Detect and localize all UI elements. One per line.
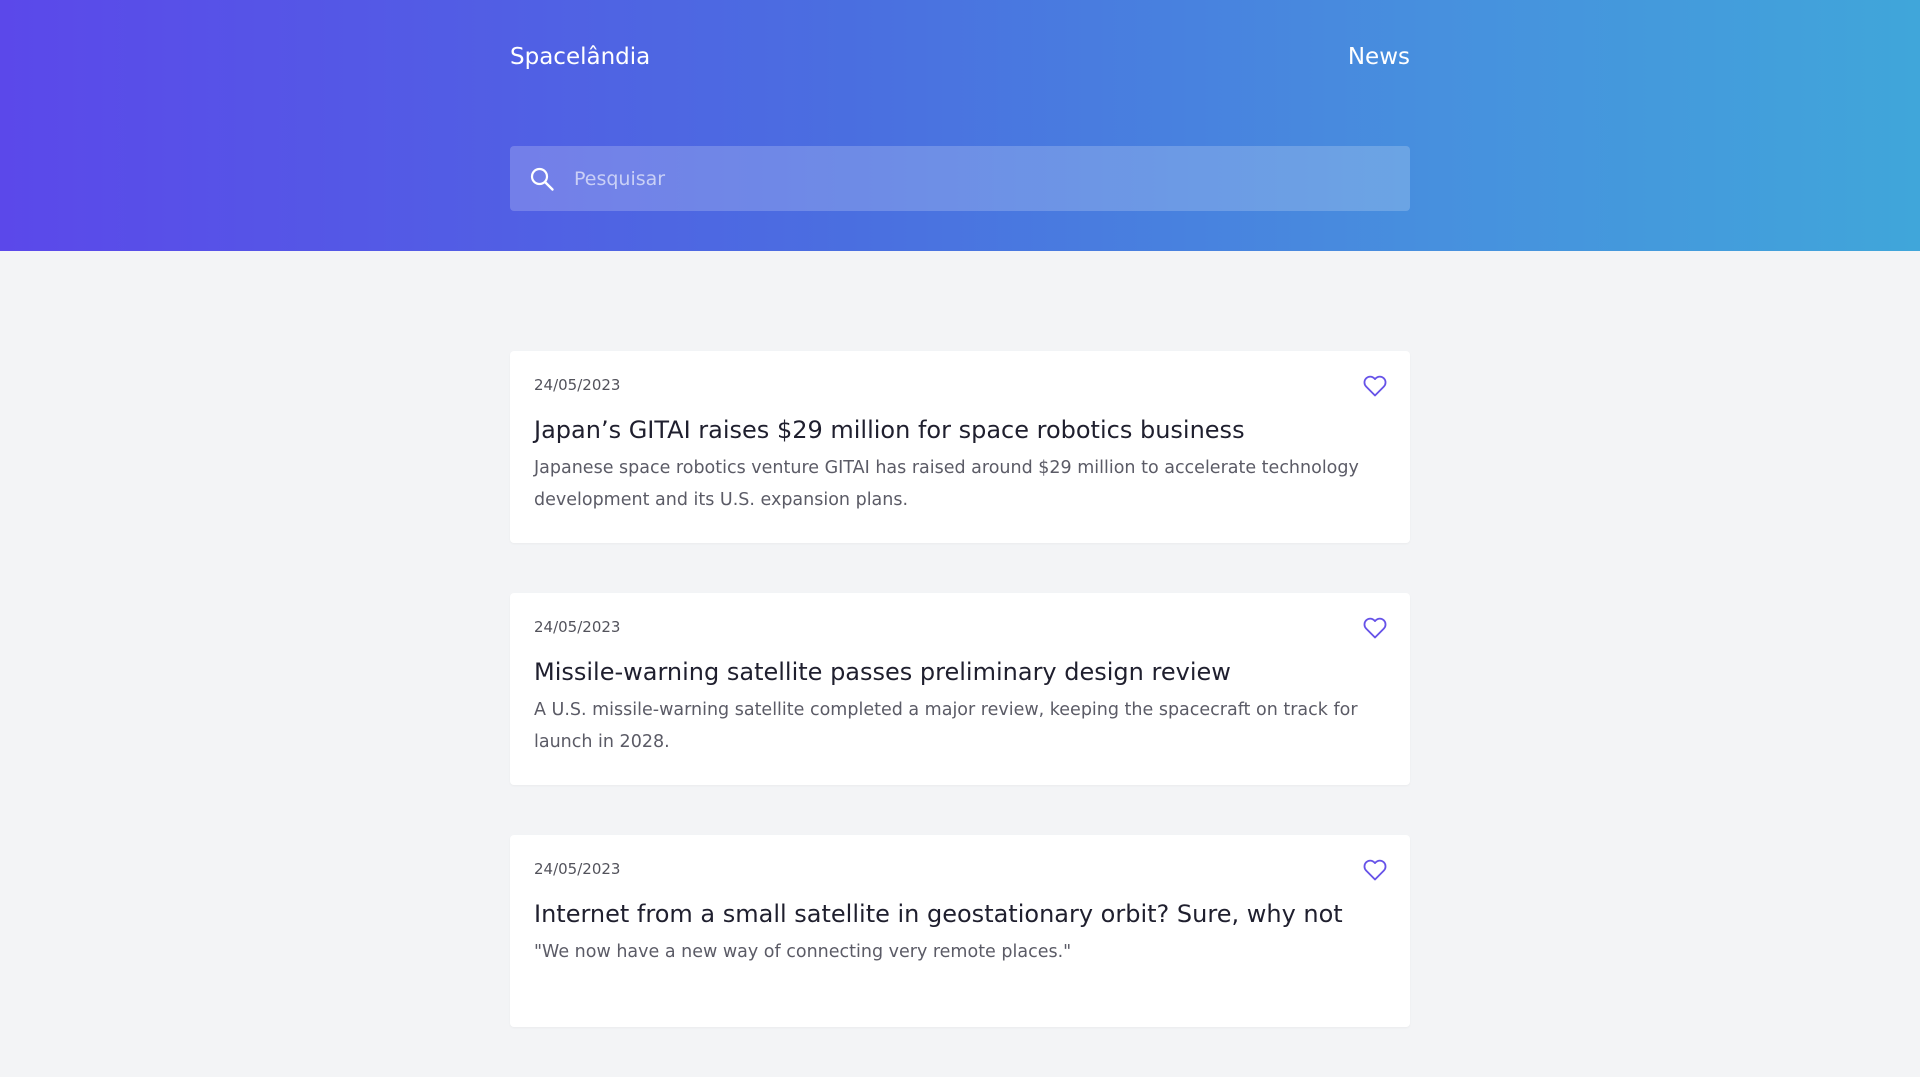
site-header: Spacelândia News [0, 0, 1920, 251]
heart-icon[interactable] [1362, 857, 1388, 883]
brand-logo[interactable]: Spacelândia [510, 44, 650, 70]
news-description: A U.S. missile-warning satellite complet… [534, 700, 1358, 752]
news-list: 24/05/2023 Japan’s GITAI raises $29 mill… [510, 351, 1410, 1077]
news-card[interactable]: 24/05/2023 Internet from a small satelli… [510, 835, 1410, 1027]
news-title[interactable]: Missile-warning satellite passes prelimi… [534, 657, 1386, 687]
news-date: 24/05/2023 [534, 860, 621, 878]
search-bar[interactable] [510, 146, 1410, 211]
heart-icon[interactable] [1362, 615, 1388, 641]
news-card[interactable]: 24/05/2023 Japan’s GITAI raises $29 mill… [510, 351, 1410, 543]
nav-link-news[interactable]: News [1348, 44, 1410, 70]
news-title[interactable]: Japan’s GITAI raises $29 million for spa… [534, 415, 1386, 445]
news-title[interactable]: Internet from a small satellite in geost… [534, 899, 1386, 929]
heart-icon[interactable] [1362, 373, 1388, 399]
news-description: "We now have a new way of connecting ver… [534, 942, 1072, 962]
news-description: Japanese space robotics venture GITAI ha… [534, 458, 1359, 510]
search-icon[interactable] [528, 165, 556, 193]
search-input[interactable] [574, 146, 1410, 211]
news-date: 24/05/2023 [534, 376, 621, 394]
news-card[interactable]: 24/05/2023 Missile-warning satellite pas… [510, 593, 1410, 785]
news-date: 24/05/2023 [534, 618, 621, 636]
